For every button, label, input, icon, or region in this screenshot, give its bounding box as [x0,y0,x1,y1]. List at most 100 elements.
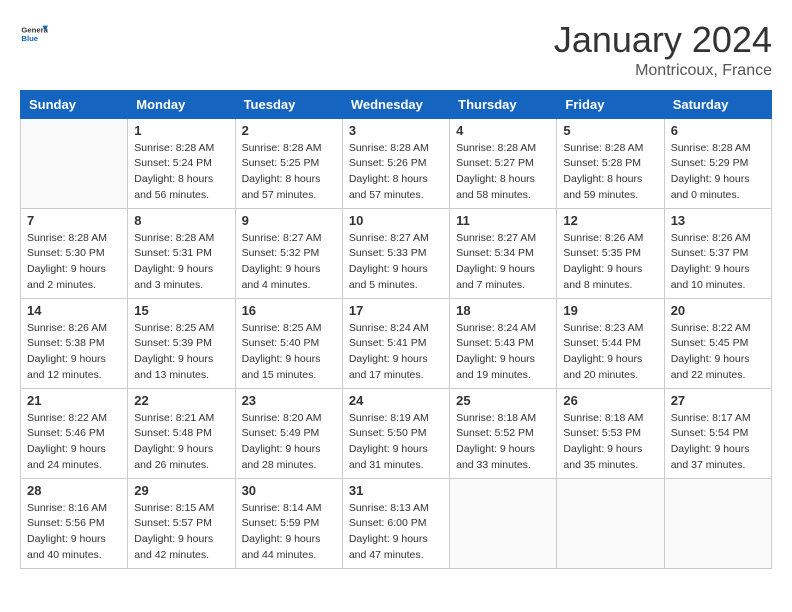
calendar-cell: 12Sunrise: 8:26 AMSunset: 5:35 PMDayligh… [557,208,664,298]
calendar-cell: 27Sunrise: 8:17 AMSunset: 5:54 PMDayligh… [664,388,771,478]
day-number: 31 [349,483,443,498]
day-info-line: Sunrise: 8:24 AM [456,322,536,334]
calendar-cell: 30Sunrise: 8:14 AMSunset: 5:59 PMDayligh… [235,478,342,568]
day-number: 13 [671,213,765,228]
calendar-cell: 19Sunrise: 8:23 AMSunset: 5:44 PMDayligh… [557,298,664,388]
day-info: Sunrise: 8:22 AMSunset: 5:45 PMDaylight:… [671,321,765,384]
day-number: 7 [27,213,121,228]
day-info: Sunrise: 8:18 AMSunset: 5:53 PMDaylight:… [563,411,657,474]
day-info-line: Daylight: 9 hours [27,263,106,275]
week-row-4: 21Sunrise: 8:22 AMSunset: 5:46 PMDayligh… [21,388,772,478]
day-info-line: and 33 minutes. [456,459,531,471]
day-info-line: Daylight: 9 hours [349,533,428,545]
calendar-cell [664,478,771,568]
calendar-cell: 10Sunrise: 8:27 AMSunset: 5:33 PMDayligh… [342,208,449,298]
day-info-line: Daylight: 9 hours [349,443,428,455]
day-info-line: Sunrise: 8:25 AM [134,322,214,334]
day-number: 17 [349,303,443,318]
day-info-line: Daylight: 9 hours [134,263,213,275]
column-header-thursday: Thursday [450,90,557,118]
day-info-line: and 47 minutes. [349,549,424,561]
day-info-line: Daylight: 9 hours [134,353,213,365]
logo-icon: General Blue [20,20,48,48]
day-info-line: Sunrise: 8:13 AM [349,502,429,514]
column-header-saturday: Saturday [664,90,771,118]
calendar-cell: 28Sunrise: 8:16 AMSunset: 5:56 PMDayligh… [21,478,128,568]
day-number: 18 [456,303,550,318]
day-info-line: Sunrise: 8:14 AM [242,502,322,514]
day-info-line: and 15 minutes. [242,369,317,381]
day-info: Sunrise: 8:28 AMSunset: 5:24 PMDaylight:… [134,141,228,204]
column-header-friday: Friday [557,90,664,118]
day-info: Sunrise: 8:15 AMSunset: 5:57 PMDaylight:… [134,501,228,564]
day-info-line: Sunrise: 8:28 AM [134,142,214,154]
calendar-cell [557,478,664,568]
day-info: Sunrise: 8:25 AM Sunset: 5:39 PM Daylight:… [134,321,228,384]
day-info-line: and 7 minutes. [456,279,525,291]
day-number: 1 [134,123,228,138]
calendar-cell: 2Sunrise: 8:28 AMSunset: 5:25 PMDaylight… [235,118,342,208]
day-info-line: Sunrise: 8:28 AM [134,232,214,244]
day-info-line: Daylight: 9 hours [242,263,321,275]
calendar-cell: 16Sunrise: 8:25 AMSunset: 5:40 PMDayligh… [235,298,342,388]
day-info-line: and 5 minutes. [349,279,418,291]
day-info-line: Sunrise: 8:28 AM [563,142,643,154]
day-info-line: and 56 minutes. [134,189,209,201]
logo: General Blue [20,20,48,48]
day-info-line: Sunrise: 8:21 AM [134,412,214,424]
day-info-line: and 57 minutes. [242,189,317,201]
day-info: Sunrise: 8:28 AMSunset: 5:26 PMDaylight:… [349,141,443,204]
day-info: Sunrise: 8:26 AMSunset: 5:37 PMDaylight:… [671,231,765,294]
day-number: 8 [134,213,228,228]
day-info-line: Sunset: 5:33 PM [349,247,427,259]
day-info-line: Sunrise: 8:28 AM [456,142,536,154]
day-info-line: Sunset: 5:32 PM [242,247,320,259]
day-number: 10 [349,213,443,228]
day-info-line: and 13 minutes. [134,369,209,381]
day-number: 26 [563,393,657,408]
day-info-line: Sunset: 5:46 PM [27,427,105,439]
day-info: Sunrise: 8:27 AMSunset: 5:32 PMDaylight:… [242,231,336,294]
calendar-cell: 8Sunrise: 8:28 AMSunset: 5:31 PMDaylight… [128,208,235,298]
day-info-line: Daylight: 9 hours [671,443,750,455]
day-info-line: and 35 minutes. [563,459,638,471]
day-info: Sunrise: 8:20 AMSunset: 5:49 PMDaylight:… [242,411,336,474]
day-info-line: Sunrise: 8:22 AM [27,412,107,424]
day-info-line: Sunrise: 8:27 AM [456,232,536,244]
calendar-cell: 20Sunrise: 8:22 AMSunset: 5:45 PMDayligh… [664,298,771,388]
day-info-line: Sunrise: 8:18 AM [563,412,643,424]
day-info-line: Sunset: 5:59 PM [242,517,320,529]
day-info-line: Sunrise: 8:28 AM [349,142,429,154]
day-info-line: Sunrise: 8:22 AM [671,322,751,334]
day-info-line: and 40 minutes. [27,549,102,561]
day-info-line: Daylight: 9 hours [134,533,213,545]
day-info: Sunrise: 8:28 AMSunset: 5:29 PMDaylight:… [671,141,765,204]
month-title: January 2024 [554,20,772,60]
day-info-line: Sunset: 5:27 PM [456,157,534,169]
day-info-line: and 42 minutes. [134,549,209,561]
day-info-line: Sunrise: 8:28 AM [27,232,107,244]
day-info-line: and 31 minutes. [349,459,424,471]
day-info-line: Sunset: 5:34 PM [456,247,534,259]
column-header-sunday: Sunday [21,90,128,118]
day-info-line: and 20 minutes. [563,369,638,381]
day-number: 22 [134,393,228,408]
day-info-line: Sunrise: 8:18 AM [456,412,536,424]
day-info-line: Daylight: 9 hours [27,353,106,365]
week-row-5: 28Sunrise: 8:16 AMSunset: 5:56 PMDayligh… [21,478,772,568]
day-info-line: Sunrise: 8:26 AM [27,322,107,334]
day-number: 15 [134,303,228,318]
day-info-line: and 12 minutes. [27,369,102,381]
day-info-line: Daylight: 8 hours [349,173,428,185]
calendar-cell: 7Sunrise: 8:28 AMSunset: 5:30 PMDaylight… [21,208,128,298]
calendar-cell: 29Sunrise: 8:15 AMSunset: 5:57 PMDayligh… [128,478,235,568]
day-info-line: Sunset: 5:39 PM [134,337,212,349]
day-info-line: and 8 minutes. [563,279,632,291]
day-info-line: Daylight: 9 hours [27,443,106,455]
day-info-line: Sunset: 5:40 PM [242,337,320,349]
day-info-line: and 10 minutes. [671,279,746,291]
day-info-line: Sunset: 5:41 PM [349,337,427,349]
day-info-line: Daylight: 9 hours [242,353,321,365]
day-number: 9 [242,213,336,228]
calendar-cell: 11Sunrise: 8:27 AMSunset: 5:34 PMDayligh… [450,208,557,298]
